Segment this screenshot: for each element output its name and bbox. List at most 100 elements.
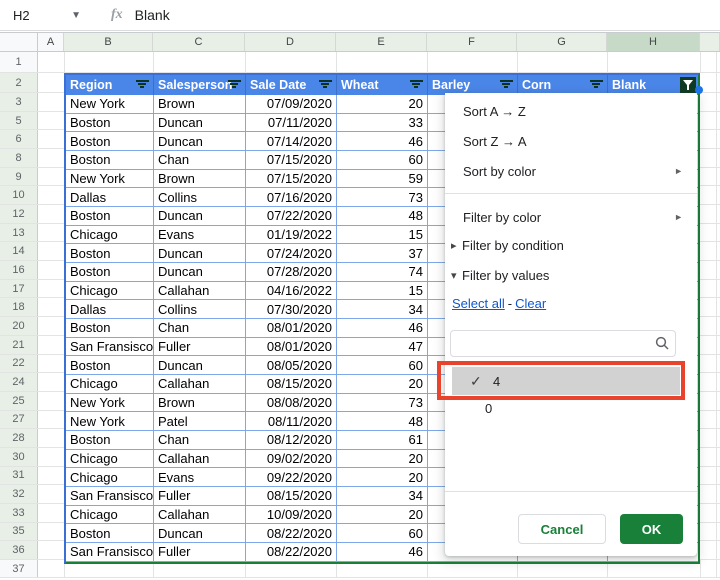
- table-cell[interactable]: 34: [337, 300, 428, 319]
- table-cell[interactable]: Duncan: [154, 524, 246, 543]
- row-number-22[interactable]: 22: [0, 355, 38, 373]
- row-number-8[interactable]: 8: [0, 149, 38, 167]
- row-number-13[interactable]: 13: [0, 224, 38, 242]
- row-number-10[interactable]: 10: [0, 186, 38, 204]
- row-number-18[interactable]: 18: [0, 298, 38, 316]
- row-number-1[interactable]: 1: [0, 52, 38, 72]
- table-cell[interactable]: San Fransisco: [66, 487, 154, 506]
- table-cell[interactable]: Callahan: [154, 375, 246, 394]
- table-cell[interactable]: 73: [337, 394, 428, 413]
- row-number-9[interactable]: 9: [0, 168, 38, 186]
- row-number-2[interactable]: 2: [0, 73, 38, 92]
- column-header-h[interactable]: H: [607, 33, 700, 51]
- table-cell[interactable]: 15: [337, 226, 428, 245]
- table-cell[interactable]: Brown: [154, 170, 246, 189]
- table-cell[interactable]: New York: [66, 170, 154, 189]
- table-cell[interactable]: 46: [337, 132, 428, 151]
- table-cell[interactable]: 08/22/2020: [246, 524, 337, 543]
- table-cell[interactable]: Chicago: [66, 282, 154, 301]
- table-header-blank[interactable]: Blank: [608, 75, 698, 95]
- table-cell[interactable]: 07/22/2020: [246, 207, 337, 226]
- table-cell[interactable]: 20: [337, 506, 428, 525]
- table-cell[interactable]: 59: [337, 170, 428, 189]
- filter-active-icon[interactable]: [680, 77, 696, 93]
- table-cell[interactable]: 09/02/2020: [246, 450, 337, 469]
- formula-content[interactable]: Blank: [135, 7, 170, 23]
- column-header-a[interactable]: A: [38, 33, 64, 51]
- table-cell[interactable]: Dallas: [66, 300, 154, 319]
- row-number-16[interactable]: 16: [0, 261, 38, 279]
- table-cell[interactable]: Evans: [154, 226, 246, 245]
- filter-search-input[interactable]: [450, 330, 676, 357]
- row-number-32[interactable]: 32: [0, 485, 38, 503]
- table-cell[interactable]: Callahan: [154, 506, 246, 525]
- filter-icon[interactable]: [589, 80, 603, 90]
- table-cell[interactable]: Boston: [66, 356, 154, 375]
- table-cell[interactable]: Boston: [66, 151, 154, 170]
- clear-link[interactable]: Clear: [515, 296, 546, 311]
- row-number-21[interactable]: 21: [0, 336, 38, 354]
- table-cell[interactable]: New York: [66, 412, 154, 431]
- table-cell[interactable]: Fuller: [154, 487, 246, 506]
- menu-item-filter-by-color[interactable]: Filter by color ►: [445, 204, 697, 230]
- table-cell[interactable]: 01/19/2022: [246, 226, 337, 245]
- table-cell[interactable]: 46: [337, 543, 428, 562]
- table-cell[interactable]: Callahan: [154, 450, 246, 469]
- table-cell[interactable]: 60: [337, 524, 428, 543]
- table-cell[interactable]: Duncan: [154, 114, 246, 133]
- table-cell[interactable]: Boston: [66, 244, 154, 263]
- filter-icon[interactable]: [135, 80, 149, 90]
- table-cell[interactable]: 07/16/2020: [246, 188, 337, 207]
- table-cell[interactable]: 07/30/2020: [246, 300, 337, 319]
- row-number-28[interactable]: 28: [0, 429, 38, 447]
- row-number-24[interactable]: 24: [0, 373, 38, 391]
- menu-item-sort-az[interactable]: Sort A → Z: [445, 97, 697, 125]
- filter-value-item-0[interactable]: 0: [485, 399, 492, 417]
- table-cell[interactable]: Evans: [154, 468, 246, 487]
- table-cell[interactable]: New York: [66, 95, 154, 114]
- table-cell[interactable]: Boston: [66, 132, 154, 151]
- table-cell[interactable]: Duncan: [154, 244, 246, 263]
- filter-icon[interactable]: [227, 80, 241, 90]
- table-cell[interactable]: 07/24/2020: [246, 244, 337, 263]
- row-number-37[interactable]: 37: [0, 560, 38, 577]
- select-all-link[interactable]: Select all: [452, 296, 505, 311]
- table-cell[interactable]: New York: [66, 394, 154, 413]
- row-number-27[interactable]: 27: [0, 411, 38, 429]
- table-cell[interactable]: Brown: [154, 394, 246, 413]
- expand-collapsed-icon[interactable]: ▸: [451, 239, 457, 252]
- table-cell[interactable]: Chan: [154, 431, 246, 450]
- row-number-35[interactable]: 35: [0, 523, 38, 541]
- column-header-d[interactable]: D: [245, 33, 336, 51]
- table-cell[interactable]: Boston: [66, 524, 154, 543]
- table-cell[interactable]: 34: [337, 487, 428, 506]
- table-cell[interactable]: Duncan: [154, 263, 246, 282]
- cancel-button[interactable]: Cancel: [518, 514, 606, 544]
- table-cell[interactable]: San Fransisco: [66, 338, 154, 357]
- table-header-wheat[interactable]: Wheat: [337, 75, 428, 95]
- column-header-b[interactable]: B: [64, 33, 153, 51]
- table-cell[interactable]: Dallas: [66, 188, 154, 207]
- table-cell[interactable]: 08/15/2020: [246, 375, 337, 394]
- menu-item-filter-by-values[interactable]: ▾ Filter by values: [445, 262, 697, 288]
- table-cell[interactable]: 20: [337, 450, 428, 469]
- table-cell[interactable]: Chicago: [66, 506, 154, 525]
- table-cell[interactable]: 08/05/2020: [246, 356, 337, 375]
- table-cell[interactable]: Duncan: [154, 207, 246, 226]
- table-cell[interactable]: Fuller: [154, 338, 246, 357]
- table-cell[interactable]: 74: [337, 263, 428, 282]
- column-header-c[interactable]: C: [153, 33, 245, 51]
- table-cell[interactable]: Boston: [66, 207, 154, 226]
- table-cell[interactable]: 08/08/2020: [246, 394, 337, 413]
- filter-icon[interactable]: [318, 80, 332, 90]
- table-cell[interactable]: 48: [337, 207, 428, 226]
- table-cell[interactable]: 20: [337, 468, 428, 487]
- table-header-barley[interactable]: Barley: [428, 75, 518, 95]
- table-cell[interactable]: 07/15/2020: [246, 151, 337, 170]
- table-cell[interactable]: San Fransisco: [66, 543, 154, 562]
- row-number-14[interactable]: 14: [0, 242, 38, 260]
- row-number-33[interactable]: 33: [0, 504, 38, 522]
- table-cell[interactable]: 37: [337, 244, 428, 263]
- table-cell[interactable]: 08/22/2020: [246, 543, 337, 562]
- column-header-g[interactable]: G: [517, 33, 607, 51]
